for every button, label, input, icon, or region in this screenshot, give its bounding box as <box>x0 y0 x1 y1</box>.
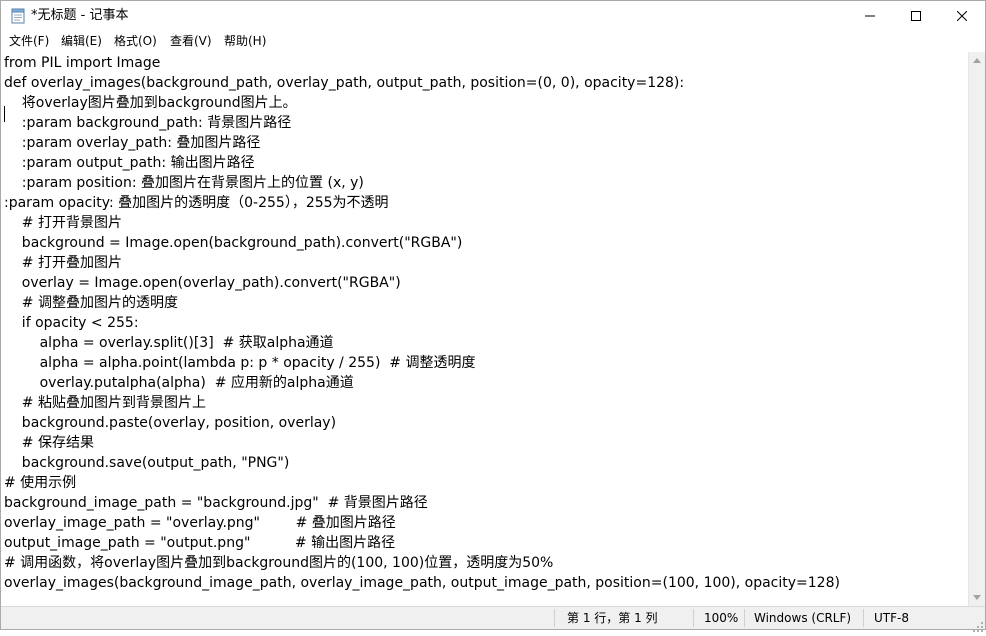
editor-line: # 使用示例 <box>4 475 77 491</box>
status-divider <box>863 609 864 627</box>
editor-line: overlay_images(background_image_path, ov… <box>4 575 840 591</box>
status-divider <box>744 609 745 627</box>
editor-line: :param output_path: 输出图片路径 <box>4 155 255 171</box>
minimize-button[interactable] <box>847 1 893 31</box>
editor-line: # 调用函数，将overlay图片叠加到background图片的(100, 1… <box>4 555 554 571</box>
editor-line: background_image_path = "background.jpg"… <box>4 495 428 511</box>
cursor-position: 第 1 行，第 1 列 <box>567 611 658 625</box>
vertical-scrollbar[interactable] <box>968 52 985 606</box>
line-ending: Windows (CRLF) <box>754 611 852 625</box>
editor-line: # 打开背景图片 <box>4 215 122 231</box>
editor-line: background = Image.open(background_path)… <box>4 235 463 251</box>
menu-view[interactable]: 查看(V) <box>168 33 214 50</box>
status-divider <box>554 609 555 627</box>
menu-help[interactable]: 帮助(H) <box>222 33 268 50</box>
menu-format[interactable]: 格式(O) <box>112 33 159 50</box>
notepad-icon <box>11 8 25 24</box>
editor-line: from PIL import Image <box>4 55 161 71</box>
editor-line: :param background_path: 背景图片路径 <box>4 115 292 131</box>
window-title: *无标题 - 记事本 <box>31 8 129 23</box>
text-editor[interactable]: from PIL import Image def overlay_images… <box>1 52 968 606</box>
maximize-icon <box>911 11 921 21</box>
editor-line: background.save(output_path, "PNG") <box>4 455 290 471</box>
editor-line: # 粘贴叠加图片到背景图片上 <box>4 395 206 411</box>
editor-line: # 打开叠加图片 <box>4 255 122 271</box>
resize-grip-icon[interactable] <box>973 617 983 632</box>
scroll-up-icon <box>973 58 981 63</box>
editor-line: output_image_path = "output.png" # 输出图片路… <box>4 535 396 551</box>
editor-line: def overlay_images(background_path, over… <box>4 75 685 91</box>
close-button[interactable] <box>939 1 985 31</box>
status-divider <box>693 609 694 627</box>
editor-line: alpha = overlay.split()[3] # 获取alpha通道 <box>4 335 334 351</box>
title-bar[interactable]: *无标题 - 记事本 <box>1 1 985 31</box>
editor-line: :param position: 叠加图片在背景图片上的位置 (x, y) <box>4 175 364 191</box>
editor-line: 将overlay图片叠加到background图片上。 <box>4 95 297 111</box>
menu-file[interactable]: 文件(F) <box>7 33 51 50</box>
notepad-window: *无标题 - 记事本 文件(F) 编辑(E) 格式(O) 查看(V) 帮助(H)… <box>0 0 986 632</box>
status-bar: 第 1 行，第 1 列 100% Windows (CRLF) UTF-8 <box>1 606 985 632</box>
scroll-up-button[interactable] <box>969 52 985 69</box>
close-icon <box>957 11 967 21</box>
scroll-down-button[interactable] <box>969 589 985 606</box>
scroll-down-icon <box>973 595 981 600</box>
editor-line: overlay = Image.open(overlay_path).conve… <box>4 275 401 291</box>
menu-edit[interactable]: 编辑(E) <box>59 33 104 50</box>
editor-line: overlay.putalpha(alpha) # 应用新的alpha通道 <box>4 375 354 391</box>
editor-line: # 调整叠加图片的透明度 <box>4 295 178 311</box>
editor-line: if opacity < 255: <box>4 315 139 331</box>
maximize-button[interactable] <box>893 1 939 31</box>
editor-line: background.paste(overlay, position, over… <box>4 415 337 431</box>
minimize-icon <box>865 15 875 17</box>
editor-line: alpha = alpha.point(lambda p: p * opacit… <box>4 355 476 371</box>
encoding: UTF-8 <box>874 611 909 625</box>
editor-line: :param overlay_path: 叠加图片路径 <box>4 135 261 151</box>
menu-bar: 文件(F) 编辑(E) 格式(O) 查看(V) 帮助(H) <box>1 31 985 52</box>
editor-line: # 保存结果 <box>4 435 94 451</box>
editor-line: :param opacity: 叠加图片的透明度（0-255），255为不透明 <box>4 195 389 211</box>
zoom-level: 100% <box>704 611 739 625</box>
text-caret <box>4 106 5 122</box>
editor-line: overlay_image_path = "overlay.png" # 叠加图… <box>4 515 396 531</box>
